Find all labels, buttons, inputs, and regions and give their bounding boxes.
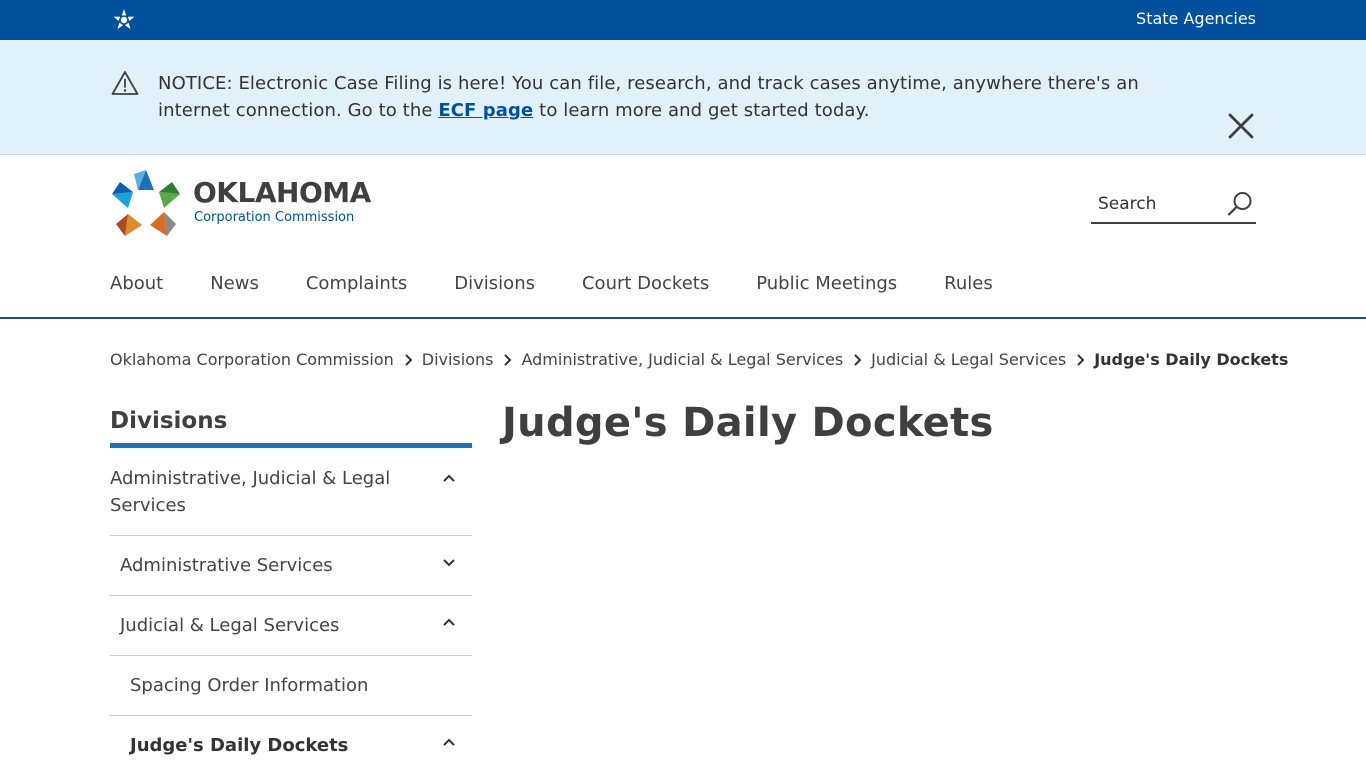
sidebar-item-label: Judicial & Legal Services [120,615,340,636]
search-input[interactable] [1091,188,1216,220]
nav-item-rules[interactable]: Rules [944,273,993,294]
logo-subtitle: Corporation Commission [194,210,355,225]
chevron-right-icon [504,353,512,366]
ecf-page-link[interactable]: ECF page [438,100,533,121]
chevron-right-icon [1077,353,1085,366]
breadcrumb-current: Judge's Daily Dockets [1094,350,1289,369]
search-icon[interactable] [1226,190,1254,218]
top-bar: State Agencies [0,0,1366,40]
breadcrumb-link-judicial-legal[interactable]: Judicial & Legal Services [871,350,1066,369]
search-box [1091,186,1256,224]
sidebar-item-label: Spacing Order Information [130,675,369,696]
breadcrumb-link-admin-judicial-legal[interactable]: Administrative, Judicial & Legal Service… [521,350,843,369]
warning-icon [111,71,139,95]
sidebar-item-label: Judge's Daily Dockets [130,735,349,756]
nav-item-public-meetings[interactable]: Public Meetings [756,273,897,294]
state-agencies-link[interactable]: State Agencies [1136,0,1256,40]
sidebar-item-administrative-services[interactable]: Administrative Services [110,536,472,596]
main-nav: About News Complaints Divisions Court Do… [0,262,1366,319]
breadcrumb-link-divisions[interactable]: Divisions [422,350,494,369]
nav-item-about[interactable]: About [110,273,163,294]
sidebar-item-judicial-legal-services[interactable]: Judicial & Legal Services [110,596,472,656]
logo-name: OKLAHOMA [193,176,371,209]
notice-message: NOTICE: Electronic Case Filing is here! … [158,70,1198,124]
close-icon[interactable] [1226,111,1256,141]
chevron-up-icon[interactable] [442,738,456,747]
site-logo[interactable]: OKLAHOMA Corporation Commission [110,168,371,240]
nav-item-divisions[interactable]: Divisions [454,273,535,294]
sidebar-item-spacing-order-information[interactable]: Spacing Order Information [110,656,472,716]
sidebar-item-label: Administrative, Judicial & Legal Service… [110,468,391,516]
sidebar-nav: Divisions Administrative, Judicial & Leg… [110,402,472,768]
page-title: Judge's Daily Dockets [502,400,994,446]
oklahoma-star-icon[interactable] [112,8,136,32]
nav-item-news[interactable]: News [210,273,259,294]
chevron-up-icon[interactable] [442,474,456,483]
nav-item-complaints[interactable]: Complaints [306,273,407,294]
chevron-right-icon [854,353,862,366]
sidebar-item-judges-daily-dockets[interactable]: Judge's Daily Dockets [110,716,472,768]
nav-item-court-dockets[interactable]: Court Dockets [582,273,709,294]
breadcrumb: Oklahoma Corporation Commission Division… [110,350,1288,369]
chevron-down-icon[interactable] [442,558,456,567]
sidebar-item-admin-judicial-legal[interactable]: Administrative, Judicial & Legal Service… [110,448,472,536]
breadcrumb-link-home[interactable]: Oklahoma Corporation Commission [110,350,394,369]
notice-text-after: to learn more and get started today. [533,100,870,121]
occ-star-logo-icon [112,170,180,236]
chevron-up-icon[interactable] [442,618,456,627]
notice-banner: NOTICE: Electronic Case Filing is here! … [0,40,1366,155]
sidebar-item-label: Administrative Services [120,555,333,576]
chevron-right-icon [405,353,413,366]
sidebar-heading: Divisions [110,402,472,448]
